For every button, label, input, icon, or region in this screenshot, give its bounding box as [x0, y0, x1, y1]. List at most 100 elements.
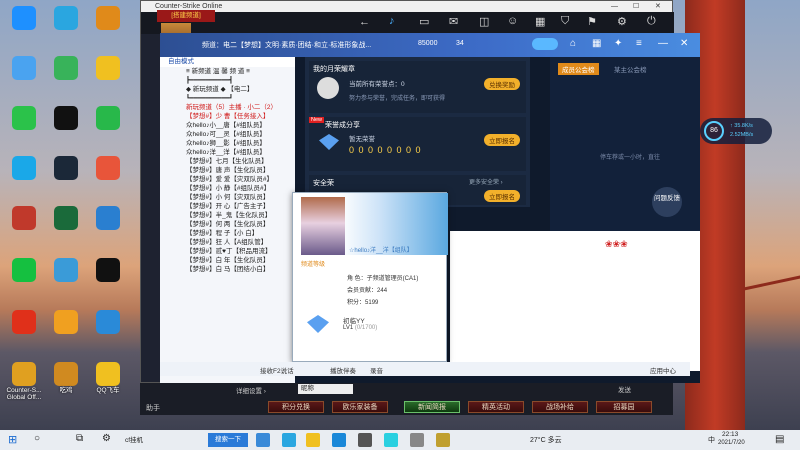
- desktop-icon[interactable]: [86, 6, 130, 31]
- channel-list-item[interactable]: 【梦想#】小 静【#组队员#】: [160, 184, 295, 193]
- start-icon[interactable]: ⊞: [8, 433, 17, 446]
- close-button[interactable]: ✕: [655, 1, 661, 12]
- channel-list-item[interactable]: 【梦想#】何 两【生化队员】: [160, 220, 295, 229]
- signup-button[interactable]: 立即报名: [484, 190, 520, 202]
- channel-list-item[interactable]: ┣━━━━━━━━━━┫: [160, 76, 295, 85]
- status-item[interactable]: 播放伴奏: [330, 365, 356, 375]
- channel-list-item[interactable]: 【梦想#】爱 爱【灾双队员#】: [160, 175, 295, 184]
- status-item[interactable]: 接收F2说话: [260, 365, 294, 375]
- desktop-icon[interactable]: Counter-S... Global Off...: [2, 362, 46, 401]
- news-button[interactable]: 新闻简报: [404, 401, 460, 413]
- channel-list-item[interactable]: 众hello♪小__唐【#组队员】: [160, 121, 295, 130]
- equipment-button[interactable]: 欧乐家装备: [332, 401, 388, 413]
- nickname-field[interactable]: 昵称: [298, 384, 353, 394]
- desktop-icon[interactable]: QQ飞车: [86, 362, 130, 394]
- recruit-button[interactable]: 招募园: [596, 401, 652, 413]
- gear-icon[interactable]: ⚙: [617, 15, 627, 28]
- mail-icon[interactable]: [256, 433, 270, 447]
- desktop-icon[interactable]: [2, 156, 46, 181]
- desktop-icon[interactable]: [2, 6, 46, 31]
- channel-list-item[interactable]: ┗━━━━━━━━━━┛: [160, 94, 295, 103]
- mail-icon[interactable]: ✉: [449, 15, 458, 28]
- channel-list-item[interactable]: 【梦想#】七月【生化队员】: [160, 157, 295, 166]
- desktop-icon[interactable]: [44, 310, 88, 335]
- channel-list-item[interactable]: 【梦想#】开 心【广告主子】: [160, 202, 295, 211]
- desktop-icon[interactable]: [2, 206, 46, 231]
- desktop-icon[interactable]: [2, 258, 46, 283]
- clock-time[interactable]: 22:13: [722, 431, 738, 438]
- home-icon[interactable]: ⌂: [570, 38, 576, 49]
- edge-icon[interactable]: [282, 433, 296, 447]
- desktop-icon[interactable]: [44, 206, 88, 231]
- desktop-icon[interactable]: [86, 56, 130, 81]
- flag-icon[interactable]: ⚑: [587, 15, 597, 28]
- app-center-link[interactable]: 应用中心: [650, 365, 676, 375]
- desktop-icon[interactable]: [86, 156, 130, 181]
- grid-icon[interactable]: ▦: [592, 38, 601, 49]
- minimize-icon[interactable]: —: [658, 38, 668, 49]
- channel-list-item[interactable]: 【梦想#】贰♥丁【积品用流】: [160, 247, 295, 256]
- task-view-icon[interactable]: ⧉: [76, 433, 83, 444]
- channel-list-item[interactable]: 【梦想#】白 马【团结小白】: [160, 265, 295, 274]
- desktop-icon[interactable]: [44, 156, 88, 181]
- desktop-icon[interactable]: [86, 258, 130, 283]
- person-icon[interactable]: ☺: [507, 15, 518, 27]
- desktop-icon[interactable]: [2, 56, 46, 81]
- shop-icon[interactable]: ▭: [419, 15, 429, 28]
- store-icon[interactable]: [332, 433, 346, 447]
- window-titlebar[interactable]: Counter-Strike Online — ☐ ✕: [141, 1, 672, 12]
- channel-list-item[interactable]: 众hello♪洋__洋【#组队员】: [160, 148, 295, 157]
- chat-icon[interactable]: ◫: [479, 15, 489, 28]
- feedback-button[interactable]: 问题反馈: [652, 187, 682, 217]
- grid-icon[interactable]: ▦: [535, 15, 545, 28]
- channel-list-item[interactable]: 众hello♪狮__影【#组队员】: [160, 139, 295, 148]
- menu-icon[interactable]: ≡: [636, 38, 642, 49]
- channel-list-item[interactable]: 新玩频道（5）主播 · 小二（2）: [160, 103, 295, 112]
- more-link[interactable]: 更多安全荣 ›: [469, 177, 503, 186]
- signup-button[interactable]: 立即报名: [484, 134, 520, 146]
- weather[interactable]: 27°C 多云: [530, 435, 562, 445]
- app-icon[interactable]: [358, 433, 372, 447]
- supply-button[interactable]: 战场补给: [532, 401, 588, 413]
- power-icon[interactable]: ⏻: [647, 15, 656, 28]
- gear-icon[interactable]: ⚙: [102, 433, 111, 444]
- app-icon[interactable]: [410, 433, 424, 447]
- channel-list-item[interactable]: 【梦想#】程 子【小 白】: [160, 229, 295, 238]
- tab-member-rank[interactable]: 成员公会榜: [558, 63, 599, 75]
- channel-list-item[interactable]: 【梦想#】狂 人【A组队管】: [160, 238, 295, 247]
- taskbar-app[interactable]: cf挂机: [125, 434, 143, 444]
- shield-icon[interactable]: ⛉: [561, 15, 569, 28]
- ime-indicator[interactable]: 中: [708, 435, 715, 445]
- folder-icon[interactable]: [306, 433, 320, 447]
- channel-list-item[interactable]: ◆ 新玩频道 ◆ 【电二】: [160, 85, 295, 94]
- help-button[interactable]: 助手: [146, 403, 160, 413]
- app-icon[interactable]: [384, 433, 398, 447]
- desktop-icon[interactable]: [44, 6, 88, 31]
- desktop-icon[interactable]: 吃鸡: [44, 362, 88, 394]
- desktop-icon[interactable]: [86, 106, 130, 131]
- mode-label[interactable]: 自由模式: [160, 57, 295, 67]
- clock-date[interactable]: 2021/7/20: [718, 440, 745, 446]
- desktop-icon[interactable]: [44, 56, 88, 81]
- desktop-icon[interactable]: [44, 258, 88, 283]
- channel-list-item[interactable]: 【梦想#】白 年【生化队员】: [160, 256, 295, 265]
- channel-list-item[interactable]: ≡ 新频道 温 馨 频 道 ≡: [160, 67, 295, 76]
- channel-list-item[interactable]: 【梦想#】半_鬼【生化队员】: [160, 211, 295, 220]
- toggle-switch[interactable]: [532, 38, 558, 50]
- chat-area[interactable]: ❀❀❀: [450, 231, 700, 371]
- desktop-icon[interactable]: [44, 106, 88, 131]
- tab-guild-rank[interactable]: 某主公会榜: [610, 63, 651, 75]
- elite-button[interactable]: 精英活动: [468, 401, 524, 413]
- minimize-button[interactable]: —: [611, 1, 618, 12]
- app-icon[interactable]: [436, 433, 450, 447]
- notification-icon[interactable]: ▤: [775, 434, 784, 445]
- gift-icon[interactable]: ✦: [614, 38, 622, 49]
- channel-list-item[interactable]: 【梦想#】少 曹【任务接入】: [160, 112, 295, 121]
- desktop-icon[interactable]: [86, 310, 130, 335]
- redeem-button[interactable]: 兑换奖励: [484, 78, 520, 90]
- search-icon[interactable]: ○: [34, 433, 40, 444]
- status-item[interactable]: 录音: [370, 365, 383, 375]
- close-icon[interactable]: ✕: [680, 38, 688, 49]
- detail-settings-link[interactable]: 详细设置 ›: [236, 385, 266, 395]
- channel-list-item[interactable]: 众hello♪可__灵【#组队员】: [160, 130, 295, 139]
